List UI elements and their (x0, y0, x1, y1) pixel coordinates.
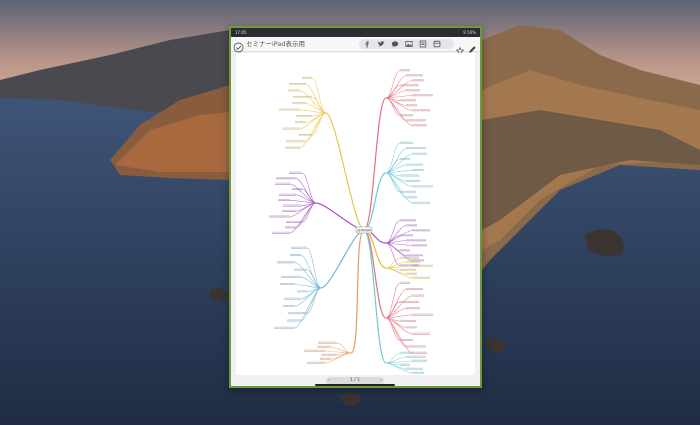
mindmap-subbranch (295, 202, 317, 212)
twitter-icon[interactable] (377, 40, 385, 48)
mindmap-subbranch (385, 317, 413, 354)
mindmap-subbranch (385, 97, 407, 106)
status-bar: 17:05 9 50% (231, 28, 480, 37)
mindmap-subbranch (385, 317, 407, 328)
mindmap-canvas[interactable]: SEMINAR (236, 53, 475, 375)
mindmap-branch (350, 229, 365, 354)
mindmap-subbranch (385, 172, 413, 204)
share-toolbar (359, 39, 454, 49)
mindmap-subbranch (385, 97, 413, 126)
export-icon[interactable] (419, 40, 427, 48)
page-indicator: 1 / 1 (349, 378, 361, 383)
mindmap-branch (363, 172, 387, 231)
app-toolbar: セミナーiPad表示用 (231, 37, 480, 55)
status-time: 17:05 (235, 30, 247, 35)
mindmap-subbranch (305, 112, 327, 123)
mindmap-subbranch (289, 202, 317, 234)
mindmap-branch (363, 97, 387, 231)
facebook-icon[interactable] (363, 40, 371, 48)
home-indicator (315, 384, 395, 386)
document-title: セミナーiPad表示用 (246, 40, 306, 48)
mindmap-subbranch (300, 287, 322, 300)
mindmap-branch (325, 112, 365, 231)
image-icon[interactable] (405, 40, 413, 48)
ipad-screen: 17:05 9 50% セミナーiPad表示用 SEMINAR ‹ 1 / 1 … (229, 26, 482, 388)
mindmap-subbranch (299, 112, 327, 149)
pencil-icon[interactable] (468, 39, 477, 53)
status-battery: 9 50% (463, 30, 476, 35)
layout-icon[interactable] (433, 40, 441, 48)
star-icon[interactable] (455, 40, 465, 55)
mindmap-subbranch (294, 287, 322, 329)
chat-icon[interactable] (391, 40, 399, 48)
mindmap: SEMINAR (269, 69, 433, 374)
mindmap-branch (363, 229, 387, 319)
back-check-icon[interactable] (233, 38, 244, 53)
mindmap-subbranch (385, 172, 407, 182)
mindmap-center-label: SEMINAR (357, 228, 372, 232)
